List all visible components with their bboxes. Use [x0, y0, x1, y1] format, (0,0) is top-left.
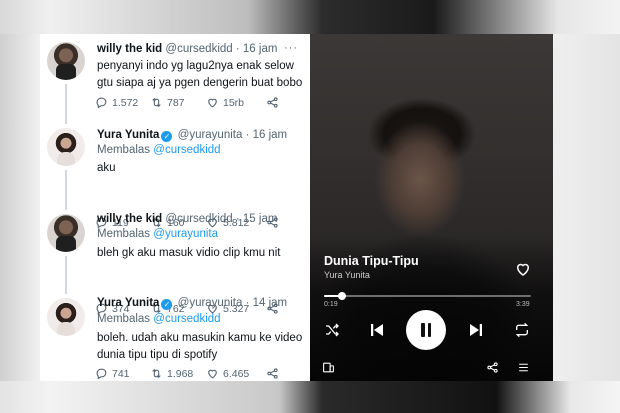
tweet-text: penyanyi indo yg lagu2nya enak selow gtu… [97, 58, 302, 92]
reply-count: 741 [112, 367, 130, 380]
replying-to-label: Membalas [97, 144, 151, 156]
skip-next-icon[interactable] [467, 321, 485, 339]
timestamp[interactable]: · 15 jam [236, 213, 278, 225]
handle[interactable]: @yurayunita [178, 129, 243, 141]
tweet-text-line: gtu siapa aj ya pgen dengerin buat bobo [97, 77, 303, 89]
reply-button[interactable]: 1.572 [95, 96, 150, 109]
pause-button[interactable] [406, 310, 446, 350]
like-song-heart-icon[interactable] [514, 260, 532, 278]
share-button[interactable] [266, 367, 279, 380]
like-button[interactable]: 6.465 [206, 367, 266, 380]
tweet-header: Yura Yunita ✓ @yurayunita · 16 jam [97, 129, 287, 142]
tweet-actions: 741 1.968 6.465 [95, 367, 305, 380]
tweet-header: willy the kid @cursedkidd · 15 jam [97, 213, 277, 225]
reply-icon [96, 368, 107, 380]
handle[interactable]: @cursedkidd [165, 43, 232, 55]
artist-name[interactable]: Yura Yunita [324, 270, 370, 280]
reply-icon [96, 97, 107, 109]
avatar[interactable] [47, 298, 85, 336]
timestamp[interactable]: · 16 jam [236, 43, 278, 55]
retweet-count: 1.968 [167, 367, 194, 380]
tweet-header: willy the kid @cursedkidd · 16 jam [97, 43, 277, 55]
retweet-button[interactable]: 787 [150, 96, 206, 109]
progress-handle[interactable] [338, 292, 346, 300]
verified-badge-icon: ✓ [161, 131, 173, 142]
like-count: 6.465 [223, 367, 250, 380]
thread-connector [65, 84, 67, 124]
share-button[interactable] [266, 96, 279, 109]
tweet-text-line: dunia tipu tipu di spotify [97, 349, 218, 361]
tweet-actions: 1.572 787 15rb [95, 96, 305, 109]
song-title[interactable]: Dunia Tipu-Tipu [324, 254, 419, 268]
tweet-text-line: boleh. udah aku masukin kamu ke video [97, 332, 303, 344]
tweet-header: Yura Yunita ✓ @yurayunita · 14 jam [97, 297, 287, 310]
display-name[interactable]: Yura Yunita [97, 129, 159, 141]
tweet-text-line: bleh gk aku masuk vidio clip kmu nit [97, 247, 281, 259]
time-total: 3:39 [516, 301, 530, 308]
display-name[interactable]: willy the kid [97, 213, 162, 225]
shuffle-icon[interactable] [324, 322, 340, 338]
retweet-count: 787 [167, 96, 185, 109]
thread-connector [65, 256, 67, 294]
tweet-text: bleh gk aku masuk vidio clip kmu nit [97, 245, 280, 262]
like-count: 15rb [223, 96, 245, 109]
tweet-text: boleh. udah aku masukin kamu ke video du… [97, 330, 302, 364]
replying-to: Membalas @cursedkidd [97, 313, 221, 325]
handle[interactable]: @cursedkidd [165, 213, 232, 225]
more-icon[interactable]: ··· [284, 42, 298, 54]
skip-previous-icon[interactable] [368, 321, 386, 339]
twitter-thread: willy the kid @cursedkidd · 16 jam ··· p… [40, 34, 310, 381]
background-top [0, 0, 620, 34]
reply-button[interactable]: 741 [95, 367, 150, 380]
mention-link[interactable]: @cursedkidd [153, 144, 220, 156]
progress-bar[interactable] [324, 292, 531, 300]
mention-link[interactable]: @cursedkidd [153, 313, 220, 325]
retweet-icon [152, 97, 161, 108]
timestamp[interactable]: · 16 jam [246, 129, 288, 141]
mention-link[interactable]: @yurayunita [153, 228, 218, 240]
verified-badge-icon: ✓ [161, 299, 173, 310]
share-icon [267, 368, 278, 379]
share-icon [267, 97, 278, 108]
replying-to: Membalas @yurayunita [97, 228, 218, 240]
tweet-text: aku [97, 160, 116, 177]
share-icon[interactable] [486, 361, 499, 374]
queue-icon[interactable] [517, 361, 530, 374]
time-elapsed: 0:19 [324, 301, 338, 308]
heart-icon [208, 369, 217, 379]
retweet-button[interactable]: 1.968 [150, 367, 206, 380]
avatar[interactable] [47, 42, 85, 80]
avatar[interactable] [47, 128, 85, 166]
display-name[interactable]: willy the kid [97, 43, 162, 55]
thread-connector [65, 170, 67, 210]
devices-icon[interactable] [322, 361, 335, 374]
handle[interactable]: @yurayunita [178, 297, 243, 309]
like-button[interactable]: 15rb [206, 96, 266, 109]
replying-to-label: Membalas [97, 313, 151, 325]
tweet-text-line: penyanyi indo yg lagu2nya enak selow [97, 60, 294, 72]
display-name[interactable]: Yura Yunita [97, 297, 159, 309]
avatar[interactable] [47, 214, 85, 252]
music-player: Dunia Tipu-Tipu Yura Yunita 0:19 3:39 [310, 34, 553, 381]
tweet-text-line: aku [97, 162, 116, 174]
repeat-icon[interactable] [514, 322, 530, 338]
background-bottom [0, 381, 620, 413]
replying-to: Membalas @cursedkidd [97, 144, 221, 156]
retweet-icon [152, 368, 161, 379]
heart-icon [208, 98, 217, 108]
replying-to-label: Membalas [97, 228, 151, 240]
reply-count: 1.572 [112, 96, 139, 109]
timestamp[interactable]: · 14 jam [246, 297, 288, 309]
